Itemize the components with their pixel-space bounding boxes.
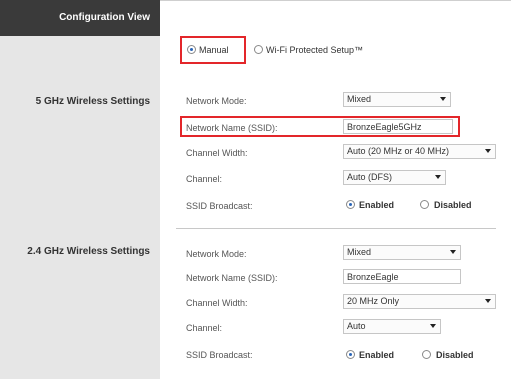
radio-5ghz-ssid-disabled[interactable] bbox=[420, 200, 429, 209]
wps-radio[interactable] bbox=[254, 45, 263, 54]
sidebar-header: Configuration View bbox=[0, 0, 160, 36]
label-24ghz-network-mode: Network Mode: bbox=[186, 249, 247, 259]
radio-24ghz-ssid-disabled[interactable] bbox=[422, 350, 431, 359]
wps-radio-label[interactable]: Wi-Fi Protected Setup™ bbox=[266, 45, 363, 55]
chevron-down-icon bbox=[450, 250, 456, 254]
chevron-down-icon bbox=[485, 299, 491, 303]
label-5ghz-channel: Channel: bbox=[186, 174, 223, 184]
select-24ghz-channel-value: Auto bbox=[347, 321, 366, 331]
radio-24ghz-ssid-enabled-label[interactable]: Enabled bbox=[359, 350, 394, 360]
label-5ghz-channel-width: Channel Width: bbox=[186, 148, 248, 158]
select-24ghz-channel[interactable]: Auto bbox=[343, 319, 441, 334]
chevron-down-icon bbox=[485, 149, 491, 153]
label-24ghz-channel: Channel: bbox=[186, 323, 223, 333]
top-divider bbox=[160, 0, 511, 1]
select-5ghz-channel-width[interactable]: Auto (20 MHz or 40 MHz) bbox=[343, 144, 496, 159]
section-divider bbox=[176, 228, 496, 229]
select-5ghz-network-mode[interactable]: Mixed bbox=[343, 92, 451, 107]
select-24ghz-network-mode[interactable]: Mixed bbox=[343, 245, 461, 260]
chevron-down-icon bbox=[435, 175, 441, 179]
select-5ghz-network-mode-value: Mixed bbox=[347, 94, 372, 104]
select-5ghz-channel-width-value: Auto (20 MHz or 40 MHz) bbox=[347, 146, 450, 156]
section-label-5ghz: 5 GHz Wireless Settings bbox=[35, 96, 150, 107]
radio-5ghz-ssid-enabled[interactable] bbox=[346, 200, 355, 209]
sidebar-header-title: Configuration View bbox=[59, 12, 150, 23]
input-24ghz-network-name[interactable] bbox=[343, 269, 461, 284]
ssid-5ghz-highlight-box bbox=[180, 116, 460, 137]
radio-24ghz-ssid-enabled[interactable] bbox=[346, 350, 355, 359]
label-24ghz-network-name: Network Name (SSID): bbox=[186, 273, 278, 283]
label-5ghz-network-mode: Network Mode: bbox=[186, 96, 247, 106]
label-24ghz-ssid-broadcast: SSID Broadcast: bbox=[186, 350, 253, 360]
manual-highlight-box bbox=[180, 36, 246, 64]
label-24ghz-channel-width: Channel Width: bbox=[186, 298, 248, 308]
select-24ghz-channel-width-value: 20 MHz Only bbox=[347, 296, 400, 306]
section-label-24ghz: 2.4 GHz Wireless Settings bbox=[27, 246, 150, 257]
radio-5ghz-ssid-disabled-label[interactable]: Disabled bbox=[434, 200, 472, 210]
radio-5ghz-ssid-enabled-label[interactable]: Enabled bbox=[359, 200, 394, 210]
sidebar: Configuration View 5 GHz Wireless Settin… bbox=[0, 0, 160, 379]
select-24ghz-channel-width[interactable]: 20 MHz Only bbox=[343, 294, 496, 309]
select-5ghz-channel[interactable]: Auto (DFS) bbox=[343, 170, 446, 185]
select-24ghz-network-mode-value: Mixed bbox=[347, 247, 372, 257]
chevron-down-icon bbox=[430, 324, 436, 328]
label-5ghz-ssid-broadcast: SSID Broadcast: bbox=[186, 201, 253, 211]
radio-24ghz-ssid-disabled-label[interactable]: Disabled bbox=[436, 350, 474, 360]
select-5ghz-channel-value: Auto (DFS) bbox=[347, 172, 393, 182]
chevron-down-icon bbox=[440, 97, 446, 101]
